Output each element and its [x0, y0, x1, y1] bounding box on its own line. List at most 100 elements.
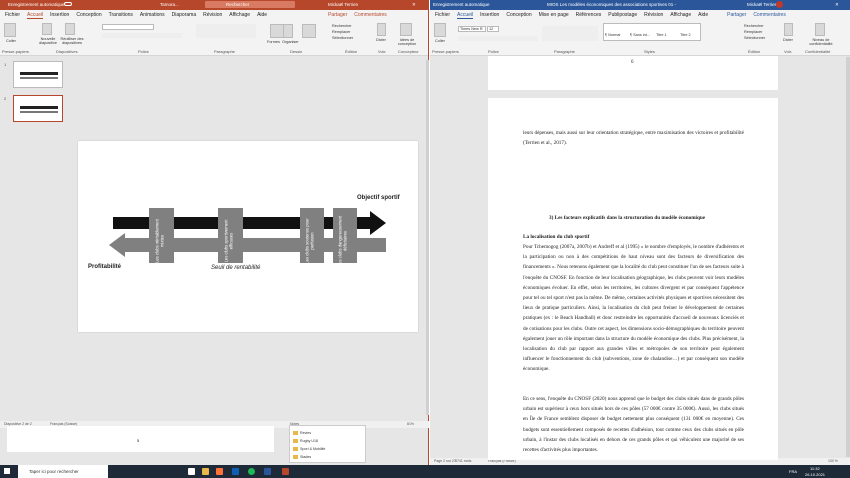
word-file-name: MIOS Les modèles économiques des associa…	[547, 2, 677, 7]
thumb-number-2: 2	[4, 96, 7, 101]
powerpoint-taskbar-icon[interactable]	[282, 468, 289, 475]
paragraph-controls[interactable]	[196, 24, 256, 38]
slide-thumbnail-2[interactable]	[13, 95, 63, 122]
tab-affichage[interactable]: Affichage	[670, 12, 691, 18]
tab-conception[interactable]: Conception	[76, 12, 101, 18]
font-format-row[interactable]	[102, 33, 182, 38]
tab-accueil[interactable]: Accueil	[27, 12, 44, 19]
paragraph-1: leurs dépenses, mais aussi sur leur orie…	[523, 130, 744, 147]
word-find-label[interactable]: Rechercher	[744, 24, 764, 28]
folder-item[interactable]: Revies	[300, 431, 311, 435]
notes-pane[interactable]: 5	[7, 426, 274, 452]
style-heading-2[interactable]: Titre 2	[680, 33, 691, 37]
folder-icon	[293, 431, 298, 435]
paste-icon[interactable]	[434, 23, 446, 37]
style-no-spacing[interactable]: ¶ Sans int...	[630, 33, 650, 37]
tab-animations[interactable]: Animations	[140, 12, 165, 18]
slide-thumbnail-1[interactable]	[13, 61, 63, 88]
shapes-label: Formes	[267, 40, 280, 44]
word-share-button[interactable]: Partager	[727, 12, 746, 18]
spotify-icon[interactable]	[248, 468, 255, 475]
tab-aide[interactable]: Aide	[257, 12, 267, 18]
slide-diagram	[109, 208, 386, 263]
quick-styles-icon[interactable]	[302, 24, 316, 38]
tab-insertion[interactable]: Insertion	[50, 12, 69, 18]
find-label[interactable]: Rechercher	[332, 24, 352, 28]
language-indicator[interactable]: FRA	[789, 469, 797, 474]
design-ideas-icon[interactable]	[400, 23, 412, 36]
word-close-icon[interactable]: ✕	[835, 2, 839, 8]
tab-revision[interactable]: Révision	[203, 12, 222, 18]
tab-fichier[interactable]: Fichier	[435, 12, 450, 18]
new-slide-icon[interactable]	[42, 23, 52, 35]
new-slide-label: Nouvelle diapositive	[39, 37, 57, 45]
ppt-vertical-scrollbar[interactable]	[426, 60, 429, 415]
tab-aide[interactable]: Aide	[698, 12, 708, 18]
word-vertical-scrollbar[interactable]	[846, 57, 850, 457]
folder-item[interactable]: Sport & Mobilité	[300, 447, 325, 451]
word-group-font: Police	[488, 49, 499, 54]
paragraph-controls[interactable]	[542, 26, 598, 41]
paragraph-3: En ce sens, l'enquête du CNOSF (2020) no…	[523, 396, 744, 454]
folder-list-popup: Revies Rugby U18 Sport & Mobilité Stades	[289, 425, 366, 463]
word-replace-label[interactable]: Remplacer	[744, 30, 762, 34]
microphone-icon[interactable]	[784, 23, 793, 36]
paste-label: Coller	[6, 39, 16, 43]
tab-insertion[interactable]: Insertion	[480, 12, 499, 18]
style-normal[interactable]: ¶ Normal	[605, 33, 620, 37]
firefox-icon[interactable]	[216, 468, 223, 475]
ppt-search-box[interactable]	[205, 1, 295, 8]
folder-item[interactable]: Rugby U18	[300, 439, 318, 443]
word-taskbar-icon[interactable]	[264, 468, 271, 475]
ppt-ribbon: Coller Nouvelle diapositive Réutiliser d…	[0, 20, 428, 56]
task-view-icon[interactable]	[188, 468, 195, 475]
sensitivity-icon[interactable]	[815, 23, 825, 36]
folder-icon	[293, 447, 298, 451]
label-seuil-rentabilite: Seuil de rentabilité	[211, 265, 261, 271]
style-heading-1[interactable]: Titre 1	[656, 33, 667, 37]
reuse-slides-icon[interactable]	[65, 23, 75, 35]
tab-accueil[interactable]: Accueil	[457, 12, 474, 19]
tab-publipostage[interactable]: Publipostage	[608, 12, 637, 18]
arrange-label: Organiser	[282, 40, 299, 44]
user-avatar[interactable]	[776, 1, 783, 8]
file-explorer-icon[interactable]	[202, 468, 209, 475]
ppt-share-button[interactable]: Partager	[328, 12, 347, 18]
tab-transitions[interactable]: Transitions	[109, 12, 133, 18]
ppt-zoom-level: 81%	[407, 422, 415, 426]
ppt-title-bar: Enregistrement automatique Tamora... Rec…	[0, 0, 429, 10]
select-label[interactable]: Sélectionner	[332, 36, 353, 40]
font-format-row[interactable]	[458, 36, 538, 41]
windows-start-icon[interactable]	[4, 468, 10, 474]
ppt-comments-button[interactable]: Commentaires	[354, 12, 387, 18]
tab-conception[interactable]: Conception	[506, 12, 531, 18]
arrange-icon[interactable]	[283, 24, 293, 38]
label-objectif-sportif: Objectif sportif	[357, 195, 400, 201]
page-counter: Page 2 sur 27	[434, 459, 456, 463]
font-family-box[interactable]	[102, 24, 154, 30]
font-size-value: 12	[489, 27, 494, 31]
tab-mise-en-page[interactable]: Mise en page	[539, 12, 569, 18]
subsection-heading: La localisation du club sportif	[523, 234, 590, 240]
tab-fichier[interactable]: Fichier	[5, 12, 20, 18]
tab-affichage[interactable]: Affichage	[229, 12, 250, 18]
tab-revision[interactable]: Révision	[644, 12, 663, 18]
tab-references[interactable]: Références	[576, 12, 602, 18]
folder-item[interactable]: Stades	[300, 455, 311, 459]
word-comments-button[interactable]: Commentaires	[753, 12, 786, 18]
ppt-close-icon[interactable]: ✕	[412, 2, 416, 8]
autosave-toggle[interactable]	[64, 2, 72, 6]
dictate-label: Dicter	[376, 38, 386, 42]
tab-diaporama[interactable]: Diaporama	[172, 12, 196, 18]
microphone-icon[interactable]	[377, 23, 386, 36]
word-select-label[interactable]: Sélectionner	[744, 36, 765, 40]
sensitivity-label: Niveau de confidentialité	[809, 38, 833, 46]
word-paste-label: Coller	[435, 39, 445, 43]
styles-gallery[interactable]	[603, 23, 701, 41]
box-efficaces-label: Les clubs sportivement efficaces	[223, 219, 234, 263]
slide-canvas[interactable]: Les clubs véritablement mixtes Les clubs…	[78, 141, 418, 332]
outlook-icon[interactable]	[232, 468, 239, 475]
paste-icon[interactable]	[4, 23, 16, 37]
replace-label[interactable]: Remplacer	[332, 30, 350, 34]
word-autosave-label: Enregistrement automatique	[433, 2, 490, 7]
